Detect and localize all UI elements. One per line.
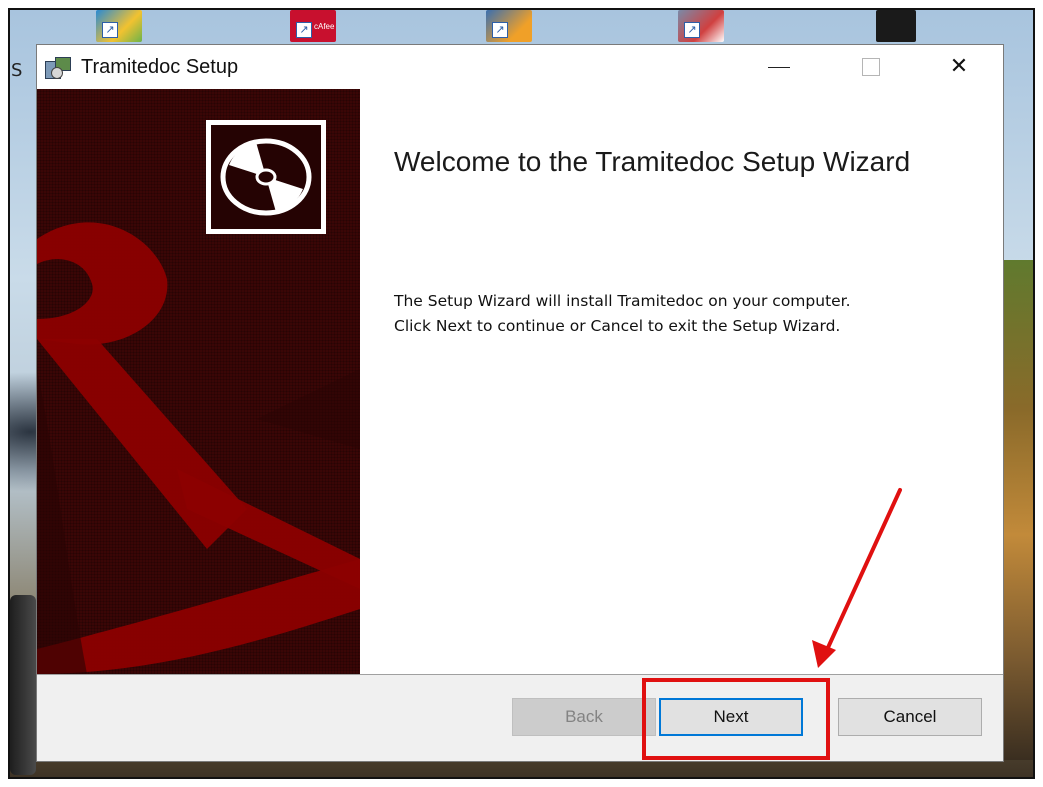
wallpaper-rock (10, 595, 36, 775)
description-line: Click Next to continue or Cancel to exit… (394, 317, 841, 335)
back-button: Back (512, 698, 656, 736)
close-button[interactable]: ✕ (913, 45, 1005, 89)
minimize-button[interactable] (733, 45, 825, 89)
maximize-icon (862, 58, 880, 76)
installer-package-icon (45, 55, 71, 79)
close-icon: ✕ (949, 54, 969, 79)
wizard-footer: Back Next Cancel (37, 675, 1003, 761)
setup-wizard-window: Tramitedoc Setup ✕ Welcome to the Tramit… (36, 44, 1004, 762)
mcafee-label: cAfee (314, 22, 335, 31)
shortcut-icon[interactable]: ↗ (678, 10, 724, 42)
desktop-text-fragment: S (11, 60, 23, 81)
minimize-icon (768, 66, 790, 68)
maximize-button (825, 45, 917, 89)
shortcut-icon[interactable]: ↗ (486, 10, 532, 42)
mcafee-shortcut-icon[interactable]: ↗ cAfee (290, 10, 336, 42)
shortcut-icon[interactable]: ↗ (96, 10, 142, 42)
description-line: The Setup Wizard will install Tramitedoc… (394, 292, 851, 310)
window-title: Tramitedoc Setup (81, 56, 239, 78)
wizard-heading: Welcome to the Tramitedoc Setup Wizard (394, 146, 911, 177)
annotation-highlight-box (642, 678, 830, 760)
user-folder-icon[interactable] (876, 10, 916, 42)
cancel-button[interactable]: Cancel (838, 698, 982, 736)
wizard-description: The Setup Wizard will install Tramitedoc… (394, 289, 974, 339)
disc-icon (206, 120, 326, 234)
title-bar[interactable]: Tramitedoc Setup ✕ (37, 45, 1003, 89)
wizard-banner (37, 89, 360, 674)
wallpaper-cliff (1003, 260, 1033, 760)
wizard-content: Welcome to the Tramitedoc Setup Wizard T… (37, 89, 1003, 674)
